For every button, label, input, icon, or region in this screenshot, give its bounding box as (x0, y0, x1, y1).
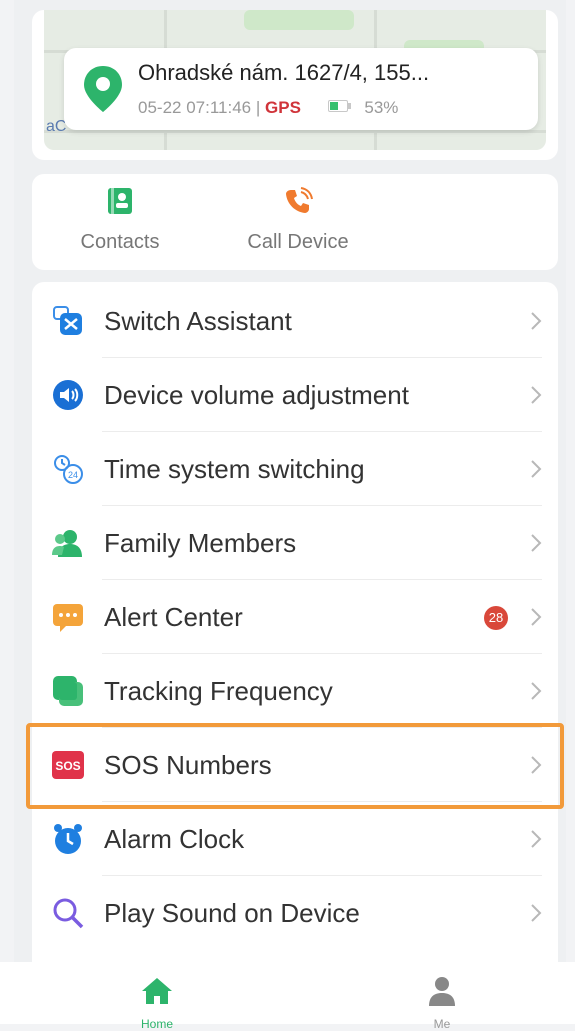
menu-item-alert-center[interactable]: Alert Center 28 (32, 580, 558, 654)
quick-actions-card: Contacts Call Device (32, 174, 558, 270)
contacts-icon (108, 188, 132, 214)
call-device-label: Call Device (247, 231, 349, 253)
contacts-button[interactable]: Contacts (60, 186, 180, 254)
alert-count-badge: 28 (484, 606, 508, 630)
location-pin-icon (84, 66, 122, 112)
menu-item-time-system[interactable]: 24 Time system switching (32, 432, 558, 506)
location-meta: 05-22 07:11:46 | GPS 53% (138, 98, 398, 118)
family-members-icon (52, 530, 82, 557)
tracking-frequency-icon (53, 676, 83, 706)
menu-label: Alarm Clock (104, 824, 245, 854)
alert-center-icon (53, 604, 83, 632)
location-separator: | (255, 98, 261, 117)
menu-item-switch-assistant[interactable]: Switch Assistant (32, 284, 558, 358)
chevron-right-icon (531, 904, 542, 922)
contacts-label: Contacts (80, 231, 160, 253)
menu-item-family-members[interactable]: Family Members (32, 506, 558, 580)
menu-label: Family Members (104, 528, 297, 558)
call-device-button[interactable]: Call Device (238, 186, 358, 254)
chevron-right-icon (531, 830, 542, 848)
chevron-right-icon (531, 756, 542, 774)
chevron-right-icon (531, 682, 542, 700)
battery-percent: 53% (364, 98, 399, 117)
menu-item-sos-numbers[interactable]: SOS SOS Numbers (32, 728, 558, 802)
nav-home[interactable]: Home (117, 974, 197, 1031)
search-sound-icon (53, 898, 84, 929)
location-card[interactable]: Ohradské nám. 1627/4, 155... 05-22 07:11… (64, 48, 538, 130)
home-icon (142, 978, 172, 1004)
nav-home-label: Home (140, 1017, 173, 1031)
volume-icon (53, 380, 83, 410)
menu-label: Tracking Frequency (104, 676, 333, 706)
nav-me[interactable]: Me (402, 974, 482, 1031)
alarm-clock-icon (54, 824, 82, 854)
nav-me-label: Me (433, 1017, 451, 1031)
menu-label: Alert Center (104, 602, 243, 632)
chevron-right-icon (531, 312, 542, 330)
menu-item-tracking-frequency[interactable]: Tracking Frequency (32, 654, 558, 728)
map-park (244, 10, 354, 30)
settings-menu: Switch Assistant Device volume adjustmen… (32, 282, 558, 972)
menu-item-play-sound[interactable]: Play Sound on Device (32, 876, 558, 950)
location-datetime: 05-22 07:11:46 (138, 98, 252, 117)
map-road (44, 130, 546, 133)
svg-text:SOS: SOS (55, 759, 80, 773)
phone-call-icon (286, 187, 313, 213)
switch-assistant-icon (53, 306, 82, 335)
menu-label: Device volume adjustment (104, 380, 409, 410)
battery-icon (327, 100, 354, 112)
svg-text:24: 24 (68, 470, 78, 480)
menu-item-alarm-clock[interactable]: Alarm Clock (32, 802, 558, 876)
menu-label: SOS Numbers (104, 750, 272, 780)
bottom-navigation: Home Me (0, 962, 575, 1031)
location-address: Ohradské nám. 1627/4, 155... (138, 60, 430, 85)
chevron-right-icon (531, 608, 542, 626)
location-source: GPS (265, 98, 301, 117)
time-system-icon: 24 (54, 455, 83, 484)
menu-item-volume[interactable]: Device volume adjustment (32, 358, 558, 432)
chevron-right-icon (531, 386, 542, 404)
chevron-right-icon (531, 460, 542, 478)
sos-icon: SOS (52, 751, 84, 779)
person-icon (429, 977, 455, 1006)
chevron-right-icon (531, 534, 542, 552)
menu-label: Switch Assistant (104, 306, 292, 336)
menu-label: Time system switching (104, 454, 365, 484)
menu-label: Play Sound on Device (104, 898, 360, 928)
